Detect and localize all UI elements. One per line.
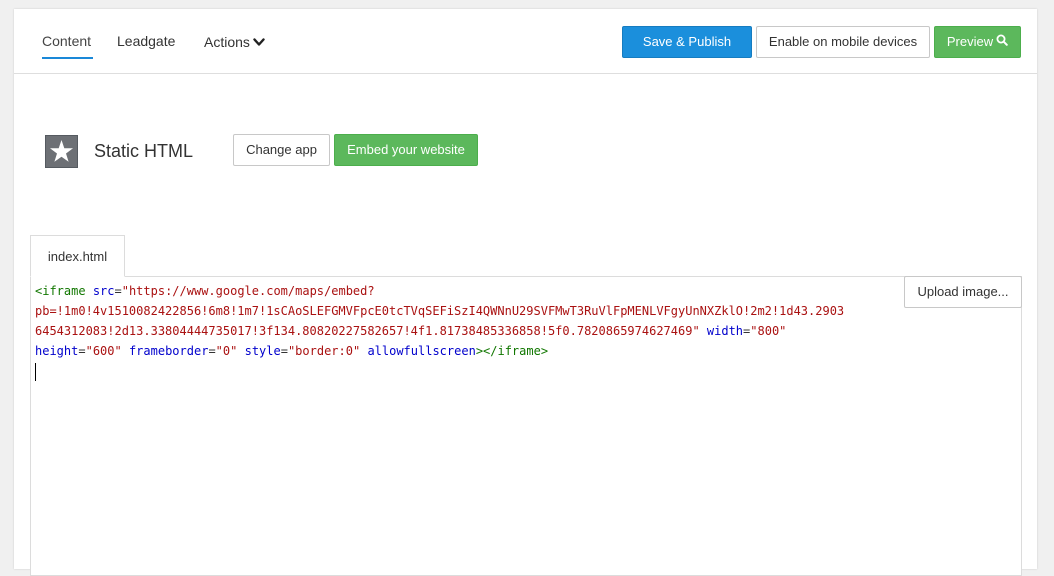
change-app-button[interactable]: Change app [233, 134, 330, 166]
code-token: pb=!1m0!4v1510082422856!6m8!1m7!1sCAoSLE… [35, 304, 845, 318]
tab-content[interactable]: Content [42, 33, 91, 49]
file-tab-index[interactable]: index.html [30, 235, 125, 277]
tab-leadgate[interactable]: Leadgate [117, 33, 175, 49]
chevron-down-icon [253, 34, 265, 50]
code-token: allowfullscreen [367, 344, 476, 358]
code-editor[interactable]: <iframe src="https://www.google.com/maps… [30, 276, 1022, 576]
star-icon [45, 135, 78, 168]
code-token: style [244, 344, 281, 358]
code-token: 6454312083!2d13.33804444735017!3f134.808… [35, 324, 700, 338]
active-tab-indicator [42, 57, 93, 59]
code-token: src [92, 284, 115, 298]
code-content[interactable]: <iframe src="https://www.google.com/maps… [35, 281, 905, 361]
code-token: "border:0" [287, 344, 361, 358]
code-token: "600" [85, 344, 122, 358]
code-token: "0" [215, 344, 238, 358]
text-caret [35, 363, 36, 381]
tab-actions[interactable]: Actions [204, 34, 265, 50]
tab-actions-label: Actions [204, 34, 250, 50]
save-publish-button[interactable]: Save & Publish [622, 26, 752, 58]
embed-website-button[interactable]: Embed your website [334, 134, 478, 166]
enable-mobile-button[interactable]: Enable on mobile devices [756, 26, 930, 58]
code-token: ></iframe> [475, 344, 549, 358]
search-icon [996, 27, 1008, 57]
preview-label: Preview [946, 34, 994, 49]
top-bar: Content Leadgate Actions Save & Publish … [14, 9, 1037, 74]
code-token: <iframe [35, 284, 86, 298]
code-token: width [706, 324, 744, 338]
editor-panel: Content Leadgate Actions Save & Publish … [14, 9, 1037, 576]
code-token: "https://www.google.com/maps/embed? [121, 284, 375, 298]
code-token: height [35, 344, 79, 358]
code-token: frameborder [128, 344, 209, 358]
upload-image-button[interactable]: Upload image... [904, 276, 1022, 308]
code-token: = [114, 284, 122, 298]
app-title: Static HTML [94, 141, 194, 161]
preview-button[interactable]: Preview [934, 26, 1021, 58]
code-token: "800" [750, 324, 787, 338]
